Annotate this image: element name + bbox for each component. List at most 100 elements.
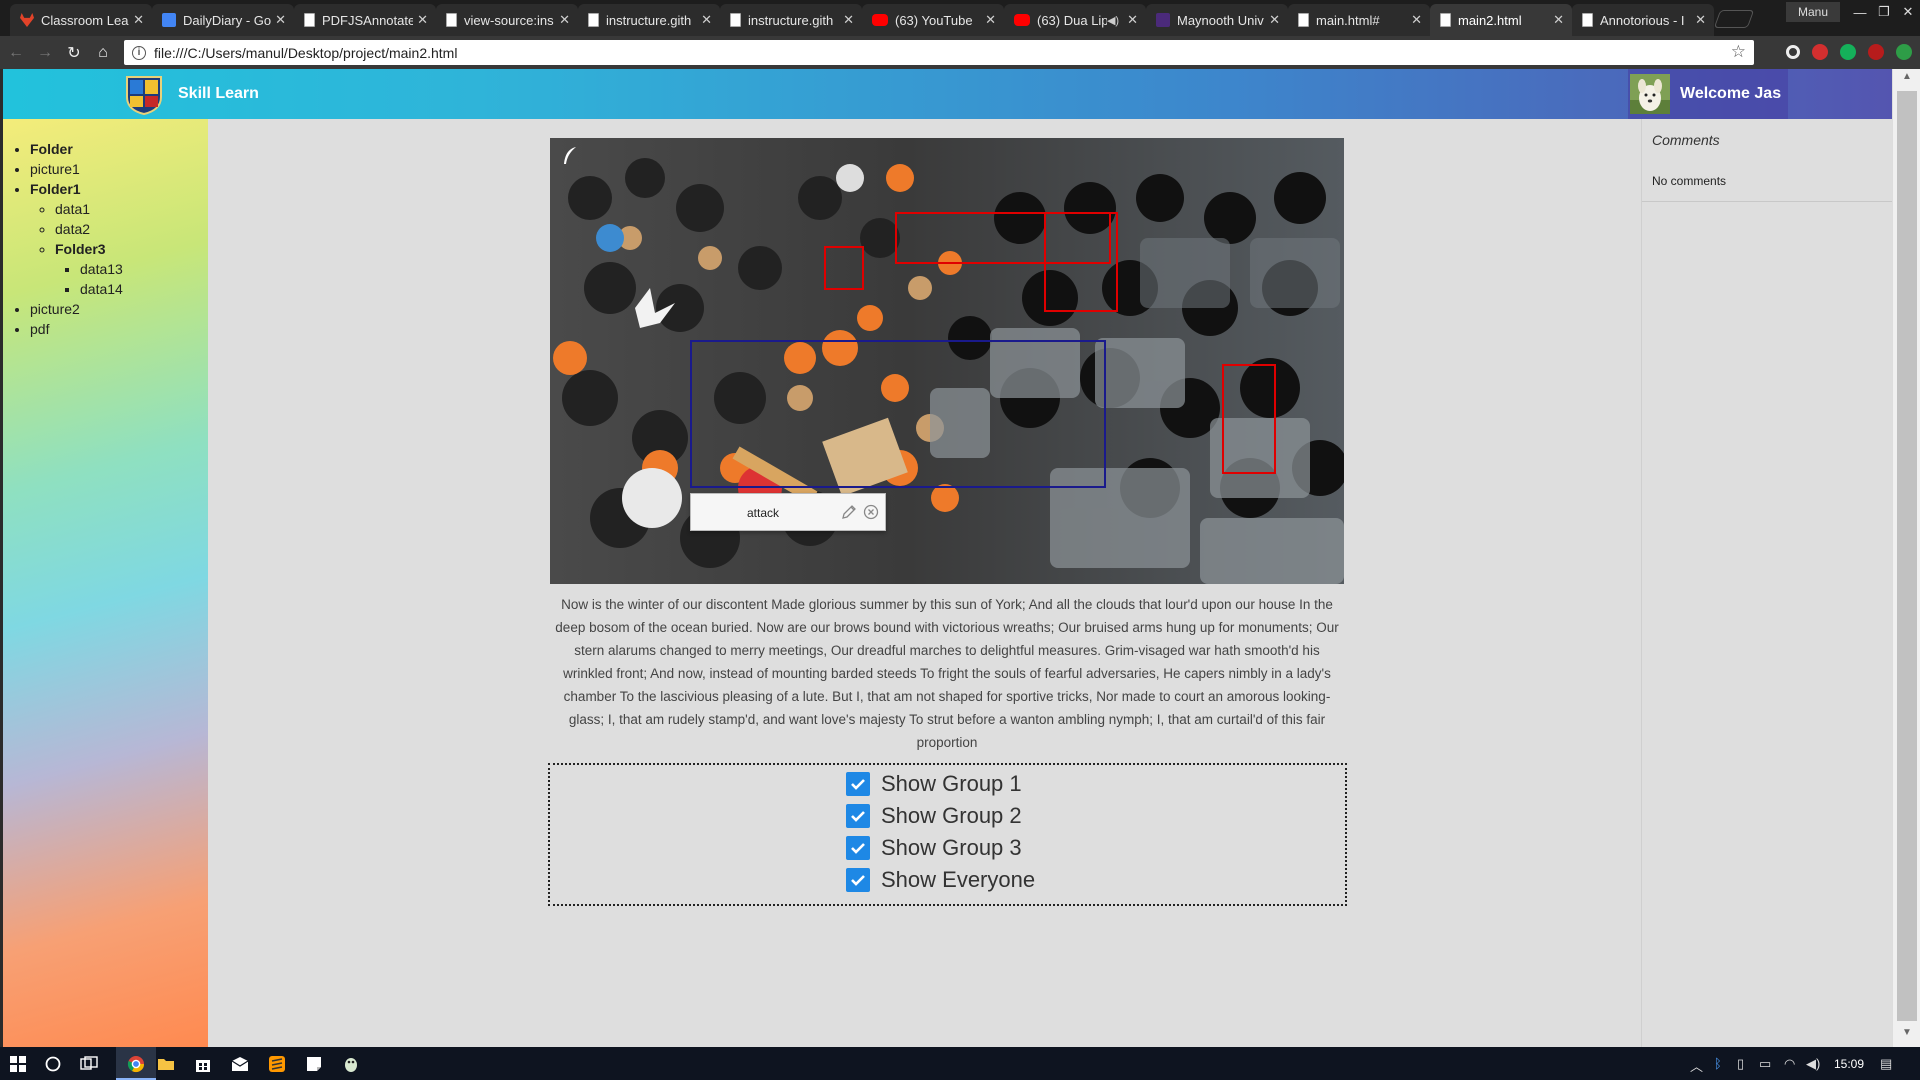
scroll-up-arrow-icon[interactable]: ▲: [1893, 71, 1920, 87]
browser-tab[interactable]: (63) Dua Lip ◀) ✕: [1004, 4, 1146, 36]
windows-start-icon[interactable]: [9, 1055, 27, 1073]
sticky-notes-icon[interactable]: [305, 1055, 323, 1073]
new-tab-button[interactable]: [1713, 10, 1755, 28]
tray-overflow-icon[interactable]: ︿: [1690, 1056, 1703, 1075]
brand-title[interactable]: Skill Learn: [178, 85, 259, 103]
bluetooth-icon[interactable]: ᛒ: [1714, 1056, 1722, 1071]
browser-tab-active[interactable]: main2.html ✕: [1430, 4, 1572, 36]
volume-icon[interactable]: ◀): [1806, 1056, 1820, 1072]
file-explorer-icon[interactable]: [157, 1055, 175, 1073]
address-bar[interactable]: i file:///C:/Users/manul/Desktop/project…: [124, 40, 1754, 65]
info-icon[interactable]: i: [132, 45, 146, 60]
tree-item-folder1[interactable]: Folder1 data1 data2 Folder3 data13 data1…: [30, 179, 208, 299]
close-tab-icon[interactable]: ✕: [985, 12, 996, 28]
browser-tab[interactable]: PDFJSAnnotate ✕: [294, 4, 436, 36]
checkbox-checked-icon[interactable]: [846, 772, 870, 796]
extension-circle-icon[interactable]: [1786, 45, 1800, 59]
checkbox-checked-icon[interactable]: [846, 868, 870, 892]
browser-tab[interactable]: Classroom Lear ✕: [10, 4, 152, 36]
browser-tab[interactable]: instructure.gith ✕: [720, 4, 862, 36]
tree-item-data13[interactable]: data13: [80, 259, 208, 279]
tux-app-icon[interactable]: [342, 1055, 360, 1073]
browser-tab[interactable]: view-source:ins ✕: [436, 4, 578, 36]
battery-icon[interactable]: ▭: [1759, 1056, 1771, 1072]
extension-red-icon[interactable]: [1812, 44, 1828, 60]
close-tab-icon[interactable]: ✕: [843, 12, 854, 28]
avatar[interactable]: [1630, 74, 1670, 114]
show-group-3-checkbox[interactable]: Show Group 3: [846, 835, 1022, 861]
close-tab-icon[interactable]: ✕: [1695, 12, 1706, 28]
tree-item-folder3[interactable]: Folder3 data13 data14: [55, 239, 208, 299]
sublime-text-icon[interactable]: [268, 1055, 286, 1073]
close-tab-icon[interactable]: ✕: [275, 12, 286, 28]
tree-item-data2[interactable]: data2: [55, 219, 208, 239]
scrollbar-thumb[interactable]: [1897, 91, 1917, 1021]
checkbox-checked-icon[interactable]: [846, 804, 870, 828]
speaker-icon[interactable]: ◀): [1107, 14, 1119, 27]
home-icon[interactable]: ⌂: [90, 44, 116, 62]
extension-green-icon[interactable]: [1896, 44, 1912, 60]
close-tab-icon[interactable]: ✕: [1269, 12, 1280, 28]
annotated-image[interactable]: [550, 138, 1344, 584]
browser-tab[interactable]: Maynooth Univ ✕: [1146, 4, 1288, 36]
pencil-icon[interactable]: [841, 504, 857, 520]
taskbar-clock[interactable]: 15:09: [1834, 1057, 1864, 1071]
back-icon[interactable]: ←: [3, 44, 29, 62]
wifi-icon[interactable]: ◠: [1784, 1056, 1795, 1072]
close-tab-icon[interactable]: ✕: [1411, 12, 1422, 28]
tree-item-picture2[interactable]: picture2: [30, 299, 208, 319]
selected-annotation-box[interactable]: [690, 340, 1106, 488]
close-window-icon[interactable]: ✕: [1896, 4, 1920, 20]
tree-item-picture1[interactable]: picture1: [30, 159, 208, 179]
close-tab-icon[interactable]: ✕: [1127, 12, 1138, 28]
annotation-box[interactable]: [1044, 212, 1118, 312]
annotation-box[interactable]: [824, 246, 864, 290]
browser-tab[interactable]: main.html# ✕: [1288, 4, 1430, 36]
show-group-1-checkbox[interactable]: Show Group 1: [846, 771, 1022, 797]
tree-item-folder3-label[interactable]: Folder3: [55, 241, 106, 257]
scroll-down-arrow-icon[interactable]: ▼: [1893, 1027, 1920, 1043]
tree-item-folder[interactable]: Folder: [30, 139, 208, 159]
tree-item-pdf[interactable]: pdf: [30, 319, 208, 339]
shield-logo-icon[interactable]: [125, 73, 163, 115]
browser-tab[interactable]: Annotorious - I ✕: [1572, 4, 1714, 36]
show-everyone-checkbox[interactable]: Show Everyone: [846, 867, 1035, 893]
tree-item-folder1-label[interactable]: Folder1: [30, 181, 81, 197]
tree-item-data14[interactable]: data14: [80, 279, 208, 299]
forward-icon[interactable]: →: [32, 44, 58, 62]
browser-tab[interactable]: (63) YouTube ✕: [862, 4, 1004, 36]
action-center-icon[interactable]: ▤: [1880, 1056, 1892, 1072]
checkbox-checked-icon[interactable]: [846, 836, 870, 860]
store-icon[interactable]: [194, 1055, 212, 1073]
mail-icon[interactable]: [231, 1055, 249, 1073]
delete-icon[interactable]: [863, 504, 879, 520]
close-tab-icon[interactable]: ✕: [701, 12, 712, 28]
ublock-icon[interactable]: [1868, 44, 1884, 60]
comments-panel: Comments No comments: [1641, 119, 1893, 1047]
minimize-icon[interactable]: —: [1848, 5, 1872, 20]
tree-item-data1[interactable]: data1: [55, 199, 208, 219]
document-icon: [730, 13, 741, 27]
bookmark-star-icon[interactable]: ☆: [1731, 42, 1746, 62]
quill-pen-icon[interactable]: [562, 146, 578, 166]
annotation-box[interactable]: [1222, 364, 1276, 474]
close-tab-icon[interactable]: ✕: [1553, 12, 1564, 28]
show-group-2-checkbox[interactable]: Show Group 2: [846, 803, 1022, 829]
windows-taskbar: ︿ ᛒ ▯ ▭ ◠ ◀) 15:09 ▤: [0, 1047, 1920, 1080]
user-welcome[interactable]: Welcome Jas: [1628, 69, 1788, 119]
folder-tree: Folder picture1 Folder1 data1 data2 Fold…: [30, 139, 208, 339]
taskbar-chrome-active[interactable]: [116, 1047, 156, 1080]
close-tab-icon[interactable]: ✕: [133, 12, 144, 28]
restore-icon[interactable]: ❐: [1872, 4, 1896, 20]
task-view-icon[interactable]: [80, 1055, 98, 1073]
close-tab-icon[interactable]: ✕: [559, 12, 570, 28]
reload-icon[interactable]: ↻: [61, 43, 87, 63]
browser-tab[interactable]: DailyDiary - Go ✕: [152, 4, 294, 36]
profile-button[interactable]: Manu: [1785, 2, 1840, 22]
grammarly-icon[interactable]: [1840, 44, 1856, 60]
close-tab-icon[interactable]: ✕: [417, 12, 428, 28]
usb-icon[interactable]: ▯: [1737, 1056, 1744, 1072]
browser-tab[interactable]: instructure.gith ✕: [578, 4, 720, 36]
page-scrollbar[interactable]: ▲ ▼: [1892, 69, 1920, 1047]
cortana-icon[interactable]: [44, 1055, 62, 1073]
